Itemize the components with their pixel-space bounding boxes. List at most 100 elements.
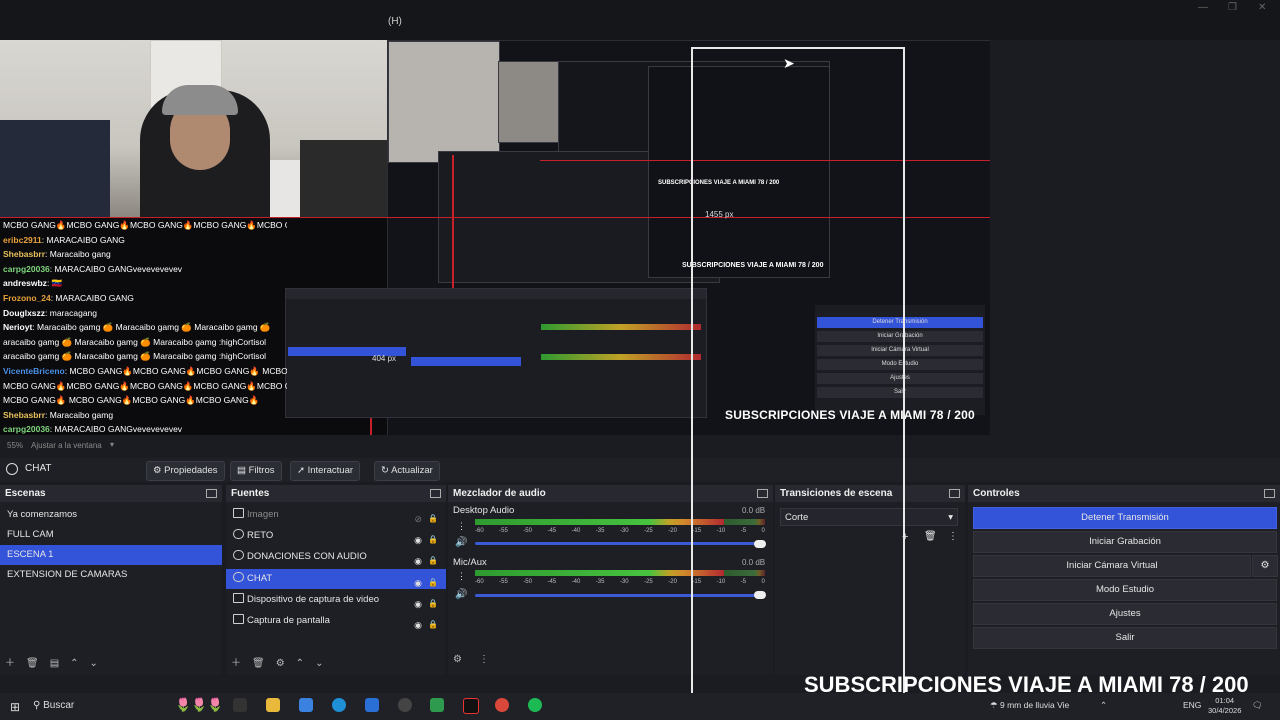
mic-volume-knob[interactable] — [754, 591, 766, 599]
popout-icon[interactable] — [1264, 489, 1275, 498]
chat-username: Nerioyt — [3, 322, 33, 333]
obs-icon[interactable] — [398, 698, 412, 712]
popout-icon[interactable] — [430, 489, 441, 498]
mic-volume-slider[interactable] — [475, 594, 765, 597]
add-icon[interactable]: ＋ — [5, 658, 15, 669]
chat-message: Nerioyt: Maracaibo gamg 🍊 Maracaibo gamg… — [0, 320, 287, 335]
popout-icon[interactable] — [949, 489, 960, 498]
kebab-icon[interactable]: ⋮ — [457, 571, 466, 582]
scene-item[interactable]: FULL CAM — [0, 525, 222, 545]
task-view-icon[interactable] — [233, 698, 247, 712]
obs-title-bar — [0, 0, 1280, 40]
transition-select[interactable]: Corte ▾ — [780, 508, 958, 526]
track-name: Desktop Audio — [453, 505, 515, 516]
up-arrow-icon[interactable]: ⌃ — [70, 658, 78, 669]
close-icon[interactable]: ✕ — [1258, 2, 1266, 13]
scene-item-selected[interactable]: ESCENA 1 — [0, 545, 222, 565]
nested-virtual-cam: Iniciar Cámara Virtual — [817, 345, 983, 356]
stop-stream-button[interactable]: Detener Transmisión — [973, 507, 1277, 529]
source-item[interactable]: RETO ◉ 🔒 — [226, 526, 446, 546]
chevron-down-icon[interactable]: ▾ — [110, 440, 114, 449]
studio-mode-button[interactable]: Modo Estudio — [973, 579, 1277, 601]
add-icon[interactable]: ＋ — [231, 658, 241, 669]
nested-recording: Iniciar Grabación — [817, 331, 983, 342]
source-item[interactable]: Imagen ⊘ 🔒 — [226, 505, 446, 525]
chat-text: MCBO GANG🔥MCBO GANG🔥MCBO GANG🔥MCBO GANG🔥… — [3, 220, 287, 230]
gear-icon[interactable]: ⚙ — [453, 654, 462, 665]
scene-item[interactable]: Ya comenzamos — [0, 505, 222, 525]
chat-username: VicenteBriceno — [3, 365, 65, 376]
properties-button[interactable]: ⚙ Propiedades — [146, 461, 225, 481]
meter-tick: -40 — [571, 579, 581, 585]
scene-item[interactable]: EXTENSION DE CAMARAS — [0, 565, 222, 585]
file-explorer-icon[interactable] — [266, 698, 280, 712]
trash-icon[interactable]: 🗑 — [252, 658, 265, 669]
meter-ticks: -60 -55 -50 -45 -40 -35 -30 -25 -20 -15 -10 -5 0 — [475, 528, 765, 534]
filter-icon[interactable]: ▤ — [50, 658, 59, 669]
chat-username: Shebasbrr — [3, 249, 46, 260]
sources-header: Fuentes — [226, 485, 446, 502]
volume-knob[interactable] — [754, 540, 766, 548]
gear-icon[interactable]: ⚙ — [1252, 555, 1278, 577]
taskbar-search[interactable]: ⚲ Buscar — [33, 696, 163, 716]
virtual-cam-button[interactable]: Iniciar Cámara Virtual — [973, 555, 1251, 577]
kebab-icon[interactable]: ⋮ — [479, 654, 489, 665]
chat-username: Shebasbrr — [3, 409, 46, 420]
nested-stop-stream: Detener Transmisión — [817, 317, 983, 328]
eye-icon[interactable]: ◉ — [414, 551, 422, 571]
menu-help[interactable]: (H) — [388, 16, 402, 27]
transitions-header: Transiciones de escena — [775, 485, 965, 502]
preview-canvas[interactable]: Detener Transmisión Iniciar Grabación In… — [0, 40, 990, 435]
kebab-icon[interactable]: ⋮ — [457, 521, 466, 532]
language[interactable]: ENG — [1183, 700, 1201, 710]
maximize-icon[interactable]: ❐ — [1228, 2, 1237, 13]
source-item[interactable]: Captura de pantalla ◉ 🔒 — [226, 611, 446, 631]
interact-button[interactable]: ➚ Interactuar — [290, 461, 361, 481]
lock-icon[interactable]: 🔒 — [428, 551, 438, 571]
spotify-icon[interactable] — [528, 698, 542, 712]
tiktok-icon[interactable] — [463, 698, 479, 714]
speaker-icon[interactable]: 🔊 — [455, 537, 467, 548]
down-arrow-icon[interactable]: ⌄ — [90, 658, 98, 669]
chat-message: MCBO GANG🔥MCBO GANG🔥MCBO GANG🔥MCBO GANG🔥… — [0, 218, 287, 233]
settings-button[interactable]: Ajustes — [973, 603, 1277, 625]
gear-icon[interactable]: ⚙ — [276, 658, 285, 669]
kebab-icon[interactable]: ⋮ — [948, 531, 958, 542]
source-item-selected[interactable]: CHAT ◉ 🔒 — [226, 569, 446, 589]
source-item[interactable]: Dispositivo de captura de video ◉ 🔒 — [226, 590, 446, 610]
notification-icon[interactable]: 🗨 — [1252, 700, 1263, 711]
trash-icon[interactable]: 🗑 — [26, 658, 39, 669]
chat-username: Douglxszz — [3, 307, 46, 318]
mail-icon[interactable] — [365, 698, 379, 712]
clock[interactable]: 01:04 30/4/2026 — [1208, 696, 1241, 716]
source-item[interactable]: DONACIONES CON AUDIO ◉ 🔒 — [226, 547, 446, 567]
source-label: Captura de pantalla — [247, 615, 330, 626]
meter-tick: -15 — [692, 579, 702, 585]
chrome-icon[interactable] — [495, 698, 509, 712]
refresh-button[interactable]: ↻ Actualizar — [374, 461, 440, 481]
gear-icon: ⚙ — [153, 465, 165, 476]
exit-button[interactable]: Salir — [973, 627, 1277, 649]
meter-tick: -35 — [595, 528, 605, 534]
app-icon[interactable] — [430, 698, 444, 712]
up-arrow-icon[interactable]: ⌃ — [296, 658, 304, 669]
lock-icon[interactable]: 🔒 — [428, 615, 438, 635]
volume-slider[interactable] — [475, 542, 765, 545]
windows-start-icon[interactable]: ⊞ — [10, 700, 20, 714]
popout-icon[interactable] — [206, 489, 217, 498]
chevron-up-icon[interactable]: ⌃ — [1100, 700, 1107, 711]
zoom-fit-select[interactable]: Ajustar a la ventana — [31, 441, 102, 450]
popout-icon[interactable] — [757, 489, 768, 498]
filters-button[interactable]: ▤ Filtros — [230, 461, 282, 481]
start-recording-button[interactable]: Iniciar Grabación — [973, 531, 1277, 553]
copilot-icon[interactable] — [299, 698, 313, 712]
down-arrow-icon[interactable]: ⌄ — [315, 658, 323, 669]
microphone-icon[interactable]: 🔊 — [455, 589, 467, 600]
edge-icon[interactable] — [332, 698, 346, 712]
meter-tick: -50 — [523, 528, 532, 534]
trash-icon[interactable]: 🗑 — [924, 531, 937, 542]
minimize-icon[interactable]: — — [1198, 2, 1208, 13]
eye-icon[interactable]: ◉ — [414, 615, 422, 635]
meter-tick: -30 — [619, 528, 629, 534]
weather-widget[interactable]: ☂ 9 mm de lluvia Vie — [990, 700, 1069, 711]
